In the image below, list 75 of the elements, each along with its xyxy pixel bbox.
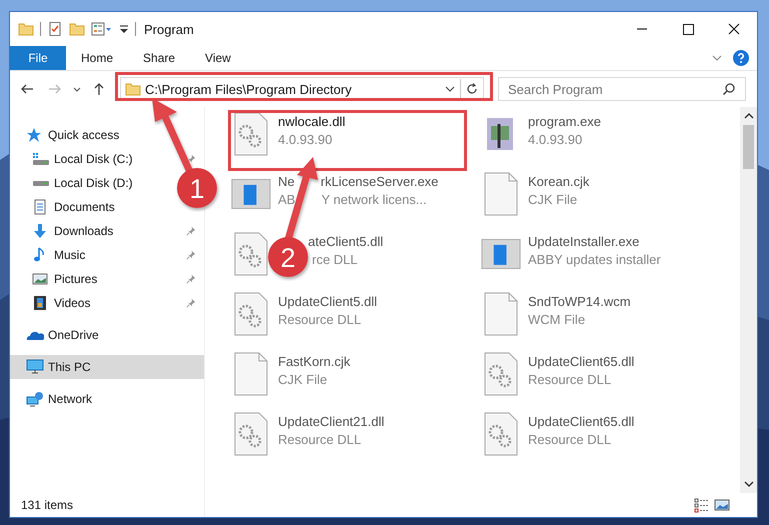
file-detail: Y network licens... [321,192,427,207]
file-name[interactable]: ateClient5.dll [308,234,384,249]
details-view-icon[interactable] [694,497,710,513]
file-name[interactable]: UpdateClient65.dll [528,414,634,429]
item-count: 131 items [21,498,74,512]
network-icon [26,391,44,407]
properties-icon[interactable] [47,21,63,37]
computer-icon [26,359,44,375]
pin-icon[interactable] [186,298,196,308]
pin-icon[interactable] [186,226,196,236]
nav-item[interactable]: Videos [10,291,94,315]
star-icon [26,127,42,143]
cloud-icon [26,329,44,341]
file-detail: Resource DLL [278,432,362,447]
document-icon [32,199,48,215]
download-icon [32,223,48,239]
step-badge: 2 [268,237,308,277]
file-name[interactable]: UpdateClient65.dll [528,354,634,369]
window-title: Program [144,22,194,36]
file-detail: rce DLL [312,252,358,267]
file-detail: AB [278,192,296,207]
drive-icon [32,151,50,167]
file-detail: Resource DLL [278,312,362,327]
file-detail: 4.0.93.90 [528,132,582,147]
ribbon-tab[interactable]: Home [66,46,128,70]
nav-item[interactable]: This PC [10,355,204,379]
nav-item[interactable]: Local Disk (C:) [10,147,137,171]
file-name[interactable]: program.exe [528,114,601,129]
ribbon-tab[interactable]: View [190,46,246,70]
search-icon[interactable] [722,82,736,96]
nav-item[interactable]: Music [10,243,90,267]
file-name[interactable]: UpdateInstaller.exe [528,234,640,249]
file-detail: WCM File [528,312,586,327]
file-detail: Resource DLL [528,372,612,387]
file-detail: Resource DLL [528,432,612,447]
film-icon [32,295,48,311]
file-name[interactable]: rkLicenseServer.exe [320,174,438,189]
nav-item[interactable]: Downloads [10,219,118,243]
file-detail: CJK File [528,192,578,207]
step-badge: 1 [177,168,217,208]
nav-item[interactable]: Local Disk (D:) [10,171,137,195]
nav-item[interactable]: Documents [10,195,119,219]
pin-icon[interactable] [186,274,196,284]
pin-icon[interactable] [186,250,196,260]
drive-icon [32,180,50,186]
refresh-icon[interactable] [465,82,479,96]
address-path: C:\Program Files\Program Directory [145,82,353,96]
file-name[interactable]: Ne [278,174,295,189]
file-name[interactable]: Korean.cjk [528,174,590,189]
file-name[interactable]: UpdateClient5.dll [278,294,378,309]
folder-icon [125,81,141,97]
nav-item[interactable]: Quick access [10,123,124,147]
view-icon[interactable] [91,21,113,37]
file-detail: CJK File [278,372,328,387]
nav-item[interactable]: OneDrive [10,323,103,347]
file-name[interactable]: SndToWP14.wcm [528,294,631,309]
scrollbar[interactable] [740,107,757,493]
picture-icon [32,271,48,287]
file-name[interactable]: UpdateClient21.dll [278,414,384,429]
pin-icon[interactable] [186,154,196,164]
scroll-down-icon[interactable] [744,481,754,487]
file-detail: 4.0.93.90 [278,132,332,147]
tiles-view-icon[interactable] [714,497,730,513]
folder-icon[interactable] [69,21,85,37]
file-name[interactable]: FastKorn.cjk [278,354,350,369]
file-name[interactable]: nwlocale.dll [278,114,346,129]
scroll-up-icon[interactable] [744,113,754,119]
folder-icon[interactable] [18,21,34,37]
nav-item[interactable]: Pictures [10,267,102,291]
file-detail: ABBY updates installer [528,252,661,267]
ribbon-tab[interactable]: Share [128,46,190,70]
help-icon[interactable] [733,50,749,66]
nav-item[interactable]: Network [10,387,96,411]
scroll-thumb[interactable] [743,125,754,169]
search-field[interactable]: Search Program [498,77,746,101]
